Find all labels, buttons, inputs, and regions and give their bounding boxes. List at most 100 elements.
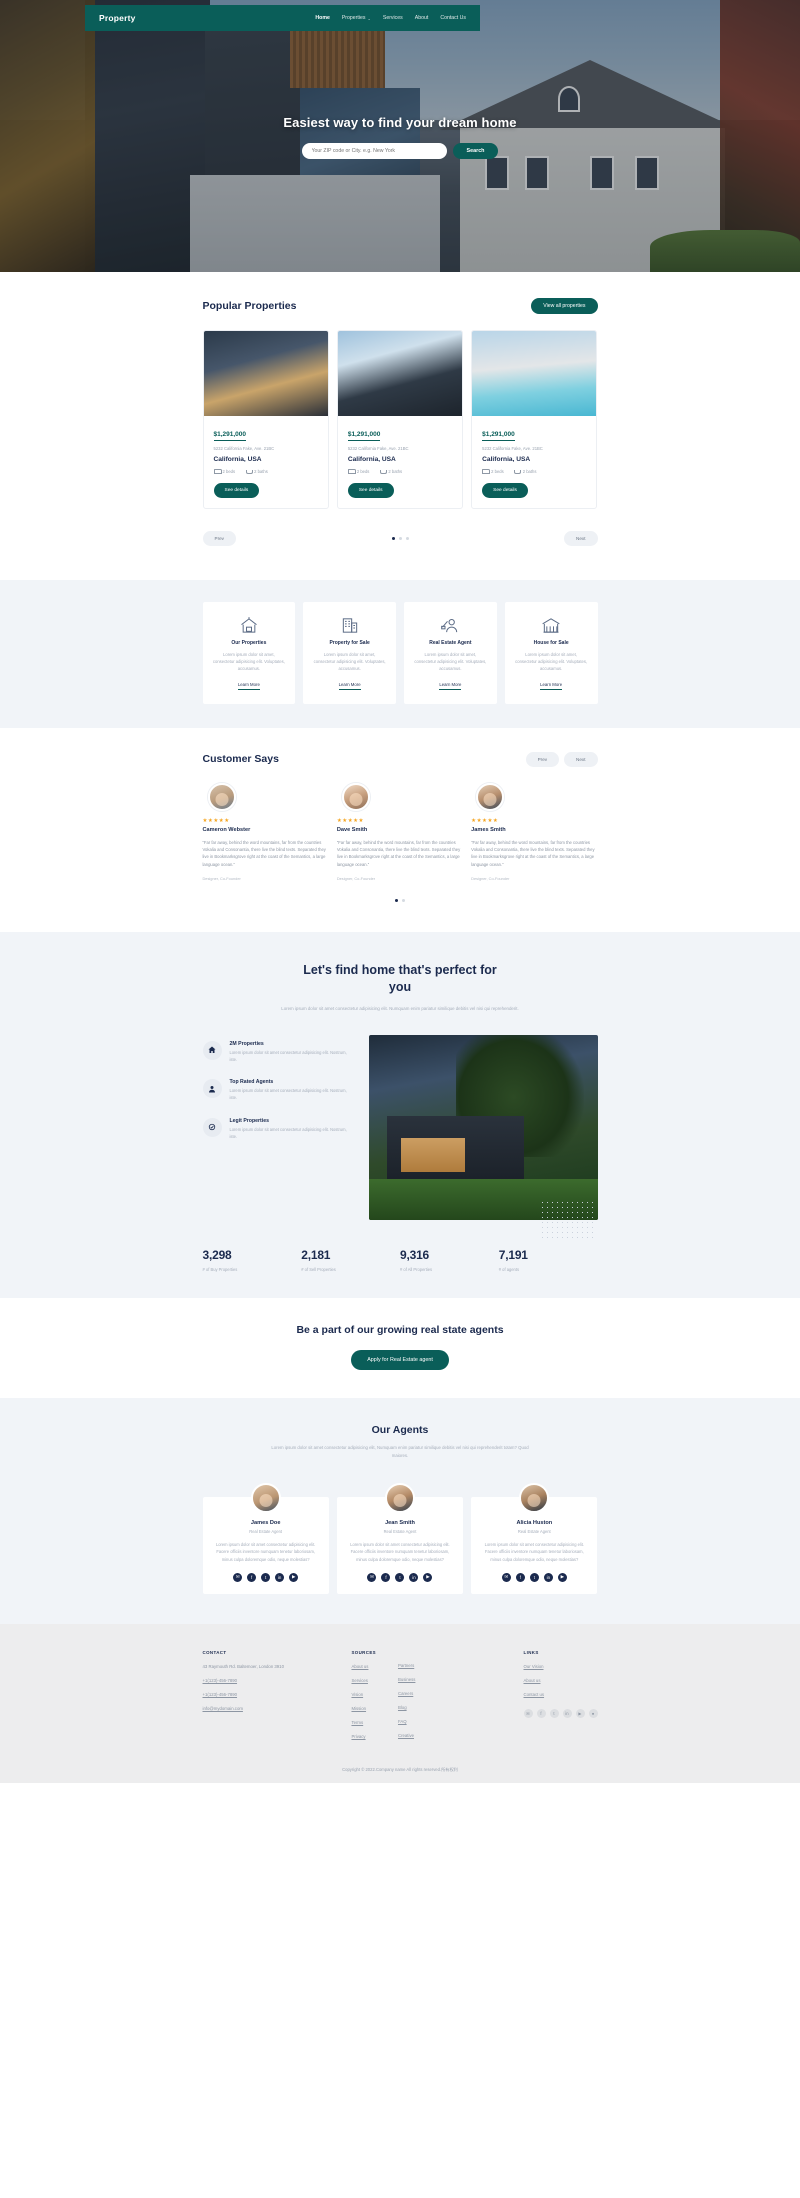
social-linkedin-icon[interactable]: in [409, 1572, 419, 1582]
find-home-section: Let's find home that's perfect for you L… [0, 932, 800, 1298]
social-email-icon[interactable]: ✉ [501, 1572, 511, 1582]
footer-link-partners[interactable]: Partners [398, 1663, 415, 1668]
learn-more-link[interactable]: Learn More [540, 682, 563, 690]
social-facebook-icon[interactable]: f [536, 1708, 546, 1718]
footer-phone-1[interactable]: +1(123)-456-7890 [203, 1678, 326, 1683]
prev-button[interactable]: Prev [202, 531, 236, 546]
social-youtube-icon[interactable]: ▶ [423, 1572, 433, 1582]
property-card[interactable]: $1,291,000 5232 California Fake, Ave. 21… [336, 330, 464, 509]
social-email-icon[interactable]: ✉ [367, 1572, 377, 1582]
service-card-house-for-sale[interactable]: House for Sale Lorem ipsum dolor sit ame… [504, 602, 598, 704]
social-youtube-icon[interactable]: ▶ [575, 1708, 585, 1718]
footer-link-about-us-2[interactable]: About us [524, 1678, 598, 1683]
nav-item-home[interactable]: Home [315, 15, 329, 21]
agents-section: Our Agents Lorem ipsum dolor sit amet co… [0, 1397, 800, 1624]
footer-link-services[interactable]: Services [351, 1678, 376, 1683]
social-twitter-icon[interactable]: t [261, 1572, 271, 1582]
agent-card[interactable]: Alicia Huston Real Estate Agent Lorem ip… [471, 1483, 598, 1594]
social-twitter-icon[interactable]: t [395, 1572, 405, 1582]
property-image [472, 331, 597, 416]
testimonial-quote: “Far far away, behind the word mountains… [202, 839, 326, 867]
avatar [341, 782, 370, 811]
service-card-property-for-sale[interactable]: Property for Sale Lorem ipsum dolor sit … [303, 602, 396, 704]
footer-link-mission[interactable]: Mission [351, 1706, 376, 1711]
social-email-icon[interactable]: ✉ [523, 1708, 533, 1718]
carousel-dot[interactable] [398, 537, 402, 540]
agent-text: Lorem ipsum dolor sit amet consectetur a… [350, 1542, 450, 1562]
footer-link-terms[interactable]: Terms [351, 1720, 376, 1725]
social-twitter-icon[interactable]: t [549, 1708, 559, 1718]
rating-stars: ★★★★★ [471, 817, 499, 824]
agents-heading: Our Agents [371, 1423, 429, 1436]
service-text: Lorem ipsum dolor sit amet, consectetur … [414, 652, 487, 671]
agent-card[interactable]: James Doe Real Estate Agent Lorem ipsum … [202, 1483, 329, 1594]
search-input[interactable] [301, 143, 447, 159]
testimonial-card: ★★★★★ Cameron Webster “Far far away, beh… [202, 782, 329, 881]
social-youtube-icon[interactable]: ▶ [289, 1572, 299, 1582]
find-home-image [368, 1034, 598, 1220]
social-linkedin-icon[interactable]: in [543, 1572, 553, 1582]
learn-more-link[interactable]: Learn More [338, 682, 361, 690]
social-instagram-icon[interactable]: ● [588, 1708, 598, 1718]
main-navbar: Property Home Properties ⌄ Services About… [85, 5, 480, 31]
property-card[interactable]: $1,291,000 5232 California Fake, Ave. 21… [202, 330, 329, 509]
agent-name: Jean Smith [385, 1520, 415, 1527]
rating-stars: ★★★★★ [336, 817, 364, 824]
property-card[interactable]: $1,291,000 5232 California Fake, Ave. 21… [471, 330, 598, 509]
next-button[interactable]: Next [564, 531, 598, 546]
see-details-button[interactable]: See details [482, 483, 528, 498]
view-all-properties-button[interactable]: View all properties [531, 298, 598, 314]
carousel-dot[interactable] [395, 899, 398, 903]
stat-label: # of agents [498, 1266, 520, 1272]
testimonials-prev-button[interactable]: Prev [525, 751, 560, 767]
see-details-button[interactable]: See details [213, 483, 260, 498]
carousel-dot[interactable] [405, 537, 409, 540]
nav-item-about[interactable]: About [415, 15, 429, 21]
stat-label: # of Buy Properties [202, 1266, 238, 1272]
property-card-list: $1,291,000 5232 California Fake, Ave. 21… [202, 330, 598, 509]
search-button[interactable]: Search [452, 143, 499, 159]
social-linkedin-icon[interactable]: in [275, 1572, 285, 1582]
agent-role: Real Estate Agent [249, 1529, 283, 1535]
footer-link-careers[interactable]: Careers [398, 1691, 415, 1696]
footer-link-business[interactable]: Business [398, 1677, 415, 1682]
see-details-button[interactable]: See details [347, 483, 394, 498]
social-email-icon[interactable]: ✉ [233, 1572, 243, 1582]
service-card-our-properties[interactable]: Our Properties Lorem ipsum dolor sit ame… [202, 602, 296, 704]
footer-link-blog[interactable]: Blog [398, 1705, 415, 1710]
social-facebook-icon[interactable]: f [515, 1572, 525, 1582]
apply-agent-button[interactable]: Apply for Real Estate agent [351, 1349, 449, 1370]
learn-more-link[interactable]: Learn More [237, 682, 260, 690]
learn-more-link[interactable]: Learn More [439, 682, 462, 690]
footer-link-contact-us[interactable]: Contact us [524, 1692, 598, 1697]
agent-card[interactable]: Jean Smith Real Estate Agent Lorem ipsum… [336, 1483, 464, 1594]
service-card-real-estate-agent[interactable]: Real Estate Agent Lorem ipsum dolor sit … [404, 602, 497, 704]
testimonial-name: Cameron Webster [202, 826, 251, 833]
social-youtube-icon[interactable]: ▶ [557, 1572, 567, 1582]
footer-link-vision[interactable]: Vision [351, 1692, 376, 1697]
agent-name: James Doe [250, 1520, 281, 1527]
bath-icon [514, 469, 522, 474]
carousel-dot[interactable] [402, 899, 405, 903]
footer-link-about-us[interactable]: About us [351, 1664, 376, 1669]
footer-link-privacy[interactable]: Privacy [351, 1734, 376, 1739]
stat-number: 7,191 [498, 1247, 528, 1262]
footer-email[interactable]: info@mydomain.com [203, 1706, 326, 1711]
social-twitter-icon[interactable]: t [529, 1572, 539, 1582]
nav-item-contact-us[interactable]: Contact Us [440, 15, 466, 21]
social-facebook-icon[interactable]: f [381, 1572, 391, 1582]
nav-item-properties[interactable]: Properties ⌄ [342, 15, 371, 21]
nav-item-services[interactable]: Services [383, 15, 403, 21]
footer-contact-column: CONTACT 43 Raymouth Rd. Baltemoer, Londo… [203, 1650, 326, 1739]
footer-link-our-vision[interactable]: Our Vision [524, 1664, 598, 1669]
footer-link-creative[interactable]: Creative [398, 1733, 415, 1738]
testimonials-next-button[interactable]: Next [564, 751, 598, 767]
social-facebook-icon[interactable]: f [247, 1572, 257, 1582]
find-home-features: 2M Properties Lorem ipsum dolor sit amet… [202, 1035, 353, 1157]
property-image [337, 331, 463, 416]
footer-phone-2[interactable]: +1(123)-456-7890 [203, 1692, 326, 1697]
footer-link-faq[interactable]: FAQ [398, 1719, 415, 1724]
brand-logo[interactable]: Property [99, 13, 136, 23]
carousel-dot[interactable] [391, 537, 395, 540]
social-linkedin-icon[interactable]: in [562, 1708, 572, 1718]
